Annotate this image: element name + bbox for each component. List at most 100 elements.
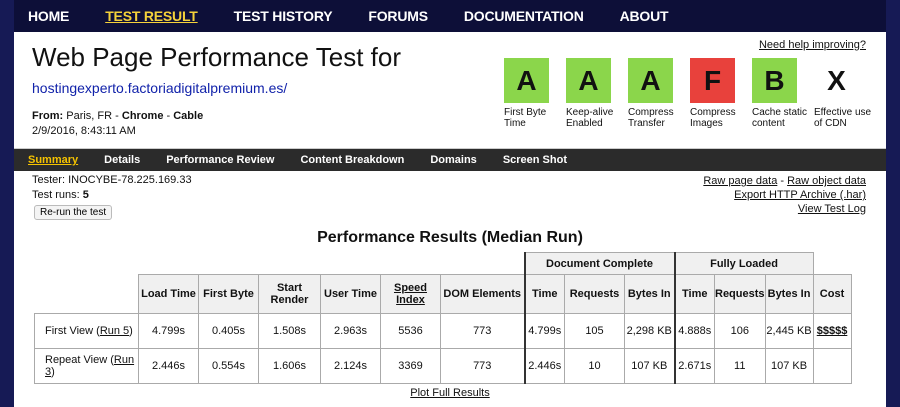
speed-index-link[interactable]: Speed Index — [394, 282, 427, 306]
table-row: Repeat View (Run 3) 2.446s 0.554s 1.606s… — [34, 348, 852, 384]
result-header: Web Page Performance Test for hostingexp… — [14, 32, 886, 149]
cost-link[interactable]: $$$$$ — [817, 325, 848, 337]
help-improving-link[interactable]: Need help improving? — [759, 39, 866, 51]
grade-box[interactable]: A — [628, 58, 673, 103]
group-document-complete: Document Complete — [523, 252, 675, 275]
grade-cache-static[interactable]: B Cache static content — [750, 58, 812, 129]
col-first-byte: First Byte — [198, 274, 259, 314]
test-meta: Tester: INOCYBE-78.225.169.33 Test runs:… — [14, 171, 886, 227]
separator: - — [115, 110, 119, 122]
grade-label: Compress Transfer — [628, 107, 674, 129]
col-speed-index: Speed Index — [380, 274, 441, 314]
empty-header — [35, 253, 525, 275]
from-location: Paris, FR — [66, 110, 113, 122]
runs-label: Test runs: — [32, 189, 80, 201]
cell-dc-requests: 10 — [564, 348, 625, 384]
tested-url-link[interactable]: hostingexperto.factoriadigitalpremium.es… — [32, 80, 287, 96]
row-label: First View (Run 5) — [34, 313, 139, 349]
cell-speed-index: 3369 — [380, 348, 441, 384]
cell-cost — [812, 348, 852, 384]
tab-summary[interactable]: Summary — [28, 154, 78, 166]
grade-first-byte[interactable]: A First Byte Time — [502, 58, 564, 129]
export-har-link[interactable]: Export HTTP Archive (.har) — [734, 189, 866, 201]
separator: - — [166, 110, 171, 122]
grade-box[interactable]: A — [504, 58, 549, 103]
nav-documentation[interactable]: DOCUMENTATION — [464, 8, 584, 24]
raw-data-links: Raw page data - Raw object data Export H… — [703, 175, 866, 215]
grade-box[interactable]: A — [566, 58, 611, 103]
cell-dc-time: 2.446s — [523, 348, 565, 384]
grade-keep-alive[interactable]: A Keep-alive Enabled — [564, 58, 626, 129]
col-dc-time: Time — [523, 274, 565, 314]
cell-first-byte: 0.405s — [198, 313, 259, 349]
top-navigation: HOME TEST RESULT TEST HISTORY FORUMS DOC… — [14, 0, 886, 32]
cell-fl-time: 4.888s — [673, 313, 715, 349]
col-dc-bytes-in: Bytes In — [624, 274, 675, 314]
col-load-time: Load Time — [138, 274, 199, 314]
row-label-text: First View ( — [45, 325, 100, 337]
col-fl-time: Time — [673, 274, 715, 314]
col-dc-requests: Requests — [564, 274, 625, 314]
tester-info: Tester: INOCYBE-78.225.169.33 — [32, 174, 192, 186]
empty-header — [813, 253, 851, 275]
cell-load-time: 2.446s — [138, 348, 199, 384]
group-fully-loaded: Fully Loaded — [673, 252, 814, 275]
grade-cdn[interactable]: X Effective use of CDN — [812, 58, 874, 129]
row-label-text: Repeat View ( — [45, 354, 114, 366]
nav-test-history[interactable]: TEST HISTORY — [234, 8, 333, 24]
page-title: Web Page Performance Test for — [32, 42, 402, 72]
cell-first-byte: 0.554s — [198, 348, 259, 384]
col-fl-bytes-in: Bytes In — [764, 274, 814, 314]
cell-fl-bytes-in: 107 KB — [764, 348, 814, 384]
view-test-log-link[interactable]: View Test Log — [798, 203, 866, 215]
tab-domains[interactable]: Domains — [430, 154, 476, 166]
cell-fl-bytes-in: 2,445 KB — [764, 313, 814, 349]
cell-user-time: 2.124s — [320, 348, 381, 384]
nav-about[interactable]: ABOUT — [620, 8, 669, 24]
from-label: From: — [32, 110, 64, 122]
cell-fl-requests: 11 — [714, 348, 766, 384]
grade-box[interactable]: X — [814, 58, 859, 103]
tab-details[interactable]: Details — [104, 154, 140, 166]
col-user-time: User Time — [320, 274, 381, 314]
raw-page-data-link[interactable]: Raw page data — [703, 175, 777, 187]
row-label: Repeat View (Run 3) — [34, 348, 139, 384]
runs-value: 5 — [82, 189, 89, 201]
cell-dom-elements: 773 — [440, 313, 525, 349]
grade-compress-transfer[interactable]: A Compress Transfer — [626, 58, 688, 129]
cell-fl-time: 2.671s — [673, 348, 715, 384]
cell-dom-elements: 773 — [440, 348, 525, 384]
nav-test-result[interactable]: TEST RESULT — [105, 8, 198, 24]
grade-box[interactable]: F — [690, 58, 735, 103]
grade-label: First Byte Time — [504, 107, 547, 129]
plot-full-results-link[interactable]: Plot Full Results — [14, 387, 886, 399]
run-link[interactable]: Run 5 — [100, 325, 129, 337]
col-start-render: Start Render — [258, 274, 321, 314]
results-title: Performance Results (Median Run) — [317, 229, 583, 246]
grade-box[interactable]: B — [752, 58, 797, 103]
column-header-row: Load Time First Byte Start Render User T… — [35, 274, 852, 314]
tab-content-breakdown[interactable]: Content Breakdown — [300, 154, 404, 166]
results-table: Document Complete Fully Loaded Load Time… — [34, 252, 852, 384]
grade-compress-images[interactable]: F Compress Images — [688, 58, 750, 129]
nav-forums[interactable]: FORUMS — [368, 8, 428, 24]
tab-screen-shot[interactable]: Screen Shot — [503, 154, 567, 166]
cell-start-render: 1.508s — [258, 313, 321, 349]
cell-user-time: 2.963s — [320, 313, 381, 349]
result-tabs: Summary Details Performance Review Conte… — [14, 149, 886, 171]
cell-dc-bytes-in: 107 KB — [624, 348, 675, 384]
col-cost: Cost — [812, 274, 852, 314]
col-dom-elements: DOM Elements — [440, 274, 525, 314]
grade-label: Cache static content — [752, 107, 808, 129]
nav-home[interactable]: HOME — [28, 8, 69, 24]
browser-name: Chrome — [121, 110, 164, 122]
grade-summary: A First Byte Time A Keep-alive Enabled A… — [502, 58, 874, 129]
page-frame: HOME TEST RESULT TEST HISTORY FORUMS DOC… — [14, 0, 886, 407]
grade-label: Keep-alive Enabled — [566, 107, 614, 129]
row-label-end: ) — [51, 366, 55, 378]
rerun-test-button[interactable]: Re-run the test — [34, 205, 113, 220]
raw-object-data-link[interactable]: Raw object data — [787, 175, 866, 187]
row-label-end: ) — [129, 325, 133, 337]
tab-performance-review[interactable]: Performance Review — [166, 154, 274, 166]
row-label-header — [35, 275, 139, 314]
